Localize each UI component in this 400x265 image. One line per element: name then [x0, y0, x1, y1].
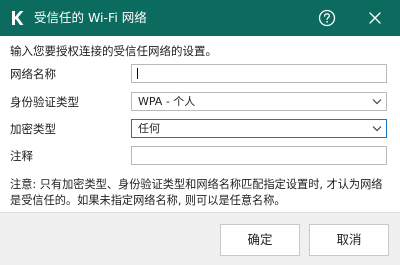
close-icon[interactable]	[366, 9, 384, 27]
network-name-input[interactable]	[131, 64, 387, 83]
chevron-down-icon	[372, 99, 382, 105]
comment-input[interactable]	[131, 146, 387, 165]
text-caret	[137, 68, 138, 79]
auth-type-label: 身份验证类型	[10, 95, 79, 109]
auth-type-value: WPA - 个人	[138, 95, 196, 108]
kaspersky-k-icon	[12, 11, 24, 25]
button-bar: 确定 取消	[0, 212, 400, 265]
intro-text: 输入您要授权连接的受信任网络的设置。	[10, 44, 217, 58]
dialog-title: 受信任的 Wi-Fi 网络	[34, 10, 147, 25]
comment-label: 注释	[10, 149, 33, 163]
auth-type-select[interactable]: WPA - 个人	[131, 92, 387, 111]
note-text: 注意: 只有加密类型、身份验证类型和网络名称匹配指定设置时, 才认为网络是受信任…	[10, 178, 383, 207]
network-name-label: 网络名称	[10, 67, 56, 81]
encryption-type-select[interactable]: 任何	[131, 119, 387, 138]
encryption-type-label: 加密类型	[10, 122, 56, 136]
ok-button[interactable]: 确定	[220, 224, 300, 256]
encryption-type-value: 任何	[138, 122, 160, 135]
cancel-button[interactable]: 取消	[309, 224, 389, 256]
title-bar: 受信任的 Wi-Fi 网络	[0, 0, 400, 36]
trusted-wifi-dialog: 受信任的 Wi-Fi 网络 输入您要授权连接的受信任网络的设置。 网络名称 身份…	[0, 0, 400, 265]
help-circle-icon[interactable]	[318, 9, 336, 27]
chevron-down-icon	[372, 126, 382, 132]
